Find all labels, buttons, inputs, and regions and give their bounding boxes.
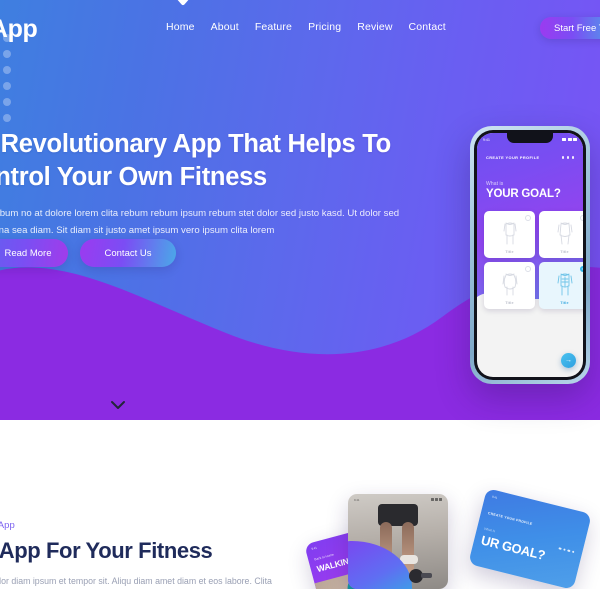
radio-icon[interactable] xyxy=(525,266,531,272)
radio-checked-icon[interactable]: ✓ xyxy=(580,266,583,272)
nav-link-contact[interactable]: Contact xyxy=(409,21,446,33)
goal-card[interactable]: Title xyxy=(539,211,583,258)
dot xyxy=(567,549,571,553)
dot xyxy=(3,82,11,90)
dot xyxy=(571,550,575,554)
hero-description: or rebum no at dolore lorem clita rebum … xyxy=(0,208,400,237)
signal-icon xyxy=(562,137,566,142)
phone-mockup: 9:41 CREATE YOUR PROFILE What is YOUR GO… xyxy=(470,126,590,384)
dot xyxy=(558,547,562,551)
card-status-time: 9:41 xyxy=(311,545,318,551)
dot xyxy=(3,114,11,122)
phone-goal-cards: Title Title Title Title xyxy=(484,211,583,309)
goal-card-label: Title xyxy=(505,250,514,254)
dots-menu-icon[interactable] xyxy=(558,547,575,554)
your-goal-card[interactable]: 9:41 CREATE YOUR PROFILE What is UR GOAL… xyxy=(468,488,592,589)
about-phone-cards: 9:41 Back to Home WALKING LUNGES ▾ 9:41 xyxy=(300,488,600,589)
nav-link-about[interactable]: About xyxy=(211,21,239,33)
navbar: tApp Home About Feature Pricing Review C… xyxy=(0,0,600,56)
goal-card-label: Title xyxy=(560,250,569,254)
about-eyebrow: out App xyxy=(0,520,15,531)
radio-icon[interactable] xyxy=(525,215,531,221)
phone-goal-subtitle: What is xyxy=(486,181,504,187)
phone-header-title: CREATE YOUR PROFILE xyxy=(486,155,540,160)
scroll-down-chevron-icon[interactable] xyxy=(110,400,126,411)
wifi-icon xyxy=(567,137,572,142)
phone-status-time: 9:41 xyxy=(483,137,490,142)
battery-icon xyxy=(573,137,577,142)
body-figure-icon xyxy=(500,220,520,246)
goal-card-label: Title xyxy=(505,301,514,305)
dot xyxy=(562,548,566,552)
card-status-icons xyxy=(431,498,442,501)
card-status-time: 9:41 xyxy=(491,494,498,500)
dumbbell-icon xyxy=(408,563,434,585)
card-status-time: 9:41 xyxy=(354,498,360,502)
dot xyxy=(3,98,11,106)
phone-status-icons xyxy=(562,137,577,142)
dot xyxy=(561,156,564,159)
goal-card-label: Title xyxy=(560,301,569,305)
contact-us-button[interactable]: Contact Us xyxy=(80,239,176,267)
card-title: UR GOAL? xyxy=(479,532,547,563)
goal-card[interactable]: Title xyxy=(484,262,535,309)
about-copy: out App 1 App For Your Fitness n dolor d… xyxy=(0,520,292,589)
phone-notch xyxy=(507,133,553,143)
battery-icon xyxy=(439,498,442,501)
nav-link-home[interactable]: Home xyxy=(166,21,195,33)
workout-photo-card[interactable]: 9:41 xyxy=(348,494,448,589)
nav-link-review[interactable]: Review xyxy=(357,21,392,33)
about-description: n dolor diam ipsum et tempor sit. Aliqu … xyxy=(0,576,272,586)
read-more-button[interactable]: Read More xyxy=(0,239,68,267)
phone-header: CREATE YOUR PROFILE xyxy=(477,155,583,160)
phone-body: 9:41 CREATE YOUR PROFILE What is YOUR GO… xyxy=(474,130,586,380)
dots-menu-icon[interactable] xyxy=(561,156,574,159)
phone-screen: 9:41 CREATE YOUR PROFILE What is YOUR GO… xyxy=(477,133,583,377)
card-header-title: CREATE YOUR PROFILE xyxy=(487,511,533,527)
hero-title: e Revolutionary App That Helps To ontrol… xyxy=(0,130,391,192)
hero-buttons: Read More Contact Us xyxy=(0,239,176,267)
nav-links: Home About Feature Pricing Review Contac… xyxy=(166,21,446,33)
hero-copy: e Revolutionary App That Helps To ontrol… xyxy=(0,128,410,240)
body-figure-icon xyxy=(555,271,575,297)
nav-link-pricing[interactable]: Pricing xyxy=(308,21,341,33)
signal-icon xyxy=(431,498,434,501)
start-free-trial-button[interactable]: Start Free Tr xyxy=(540,17,600,39)
dot xyxy=(3,66,11,74)
dot xyxy=(566,156,569,159)
about-title: 1 App For Your Fitness xyxy=(0,538,213,563)
body-figure-icon xyxy=(555,220,575,246)
radio-icon[interactable] xyxy=(580,215,583,221)
arrow-right-icon[interactable]: → xyxy=(561,353,576,368)
body-figure-icon xyxy=(500,271,520,297)
phone-goal-title: YOUR GOAL? xyxy=(486,188,561,200)
logo[interactable]: tApp xyxy=(0,15,38,44)
goal-card[interactable]: Title xyxy=(484,211,535,258)
goal-card-selected[interactable]: ✓ Title xyxy=(539,262,583,309)
wifi-icon xyxy=(435,498,438,501)
nav-link-feature[interactable]: Feature xyxy=(255,21,292,33)
phone-goal-block: What is YOUR GOAL? xyxy=(486,181,561,200)
dot xyxy=(571,156,574,159)
